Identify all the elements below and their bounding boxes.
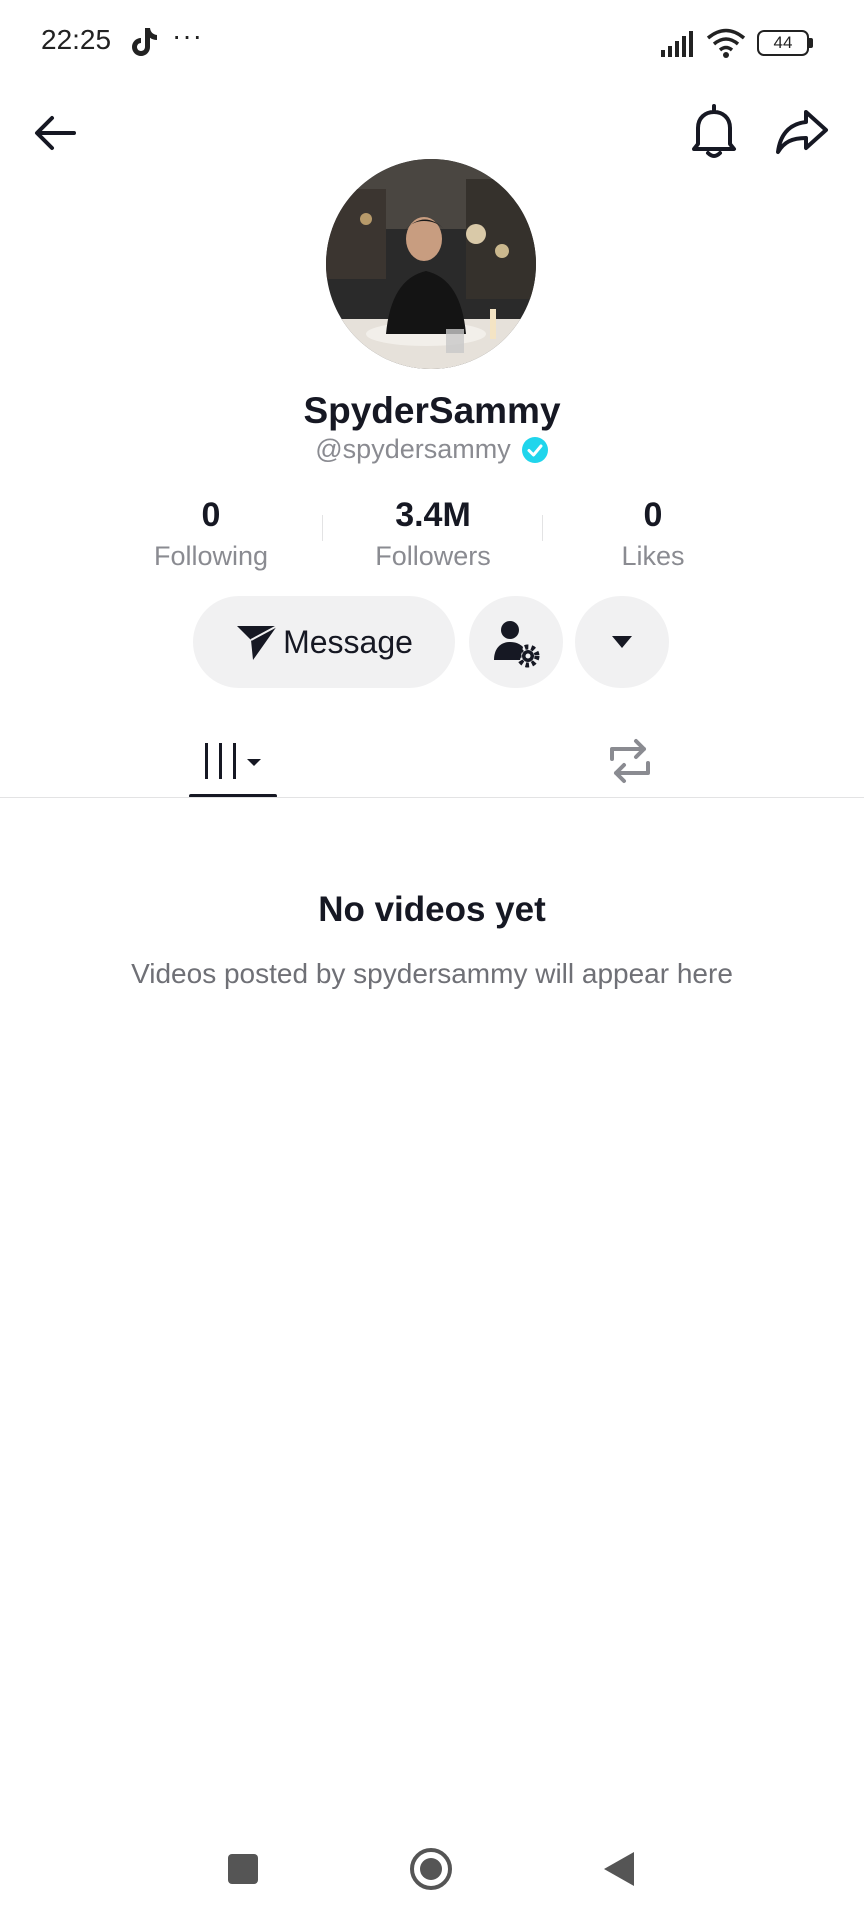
- stat-divider: [322, 515, 323, 541]
- stat-likes[interactable]: 0 Likes: [563, 496, 743, 572]
- user-settings-button[interactable]: [469, 596, 563, 688]
- handle-row: @spydersammy: [0, 434, 864, 465]
- stat-followers[interactable]: 3.4M Followers: [343, 496, 523, 572]
- likes-label: Likes: [621, 541, 685, 571]
- verified-badge-icon: [521, 436, 548, 463]
- battery-icon: 44: [757, 30, 815, 56]
- display-name: SpyderSammy: [303, 390, 561, 431]
- following-count: 0: [201, 496, 221, 534]
- recents-square-icon[interactable]: [226, 1852, 260, 1886]
- caret-down-icon: [612, 636, 632, 648]
- share-icon[interactable]: [774, 104, 830, 160]
- back-triangle-icon[interactable]: [602, 1850, 636, 1888]
- empty-state-title: No videos yet: [318, 890, 546, 929]
- overflow-dots: ···: [172, 20, 203, 51]
- followers-count: 3.4M: [395, 496, 471, 534]
- message-button[interactable]: Message: [193, 596, 455, 688]
- avatar-photo: [326, 159, 536, 369]
- following-label: Following: [153, 541, 269, 571]
- reposts-tab[interactable]: [560, 726, 700, 796]
- back-arrow-icon[interactable]: [30, 108, 80, 158]
- videos-grid-tab[interactable]: [160, 726, 304, 796]
- likes-count: 0: [643, 496, 663, 534]
- signal-icon: [661, 31, 693, 57]
- message-label: Message: [283, 623, 413, 660]
- tiktok-icon: [132, 28, 157, 56]
- bell-icon[interactable]: [688, 102, 740, 160]
- wifi-icon: [706, 28, 746, 58]
- more-dropdown-button[interactable]: [575, 596, 669, 688]
- user-settings-icon: [494, 621, 540, 668]
- avatar[interactable]: [326, 159, 536, 369]
- tab-separator: [0, 797, 864, 798]
- followers-label: Followers: [375, 541, 491, 571]
- empty-state-subtitle: Videos posted by spydersammy will appear…: [131, 958, 733, 989]
- send-icon: [237, 625, 278, 660]
- status-time: 22:25: [41, 24, 112, 55]
- stat-divider: [542, 515, 543, 541]
- battery-level: 44: [757, 30, 809, 56]
- home-circle-icon[interactable]: [408, 1846, 454, 1892]
- stat-following[interactable]: 0 Following: [121, 496, 301, 572]
- username: @spydersammy: [315, 434, 511, 464]
- repost-icon: [610, 739, 650, 783]
- videos-grid-icon: [205, 743, 261, 779]
